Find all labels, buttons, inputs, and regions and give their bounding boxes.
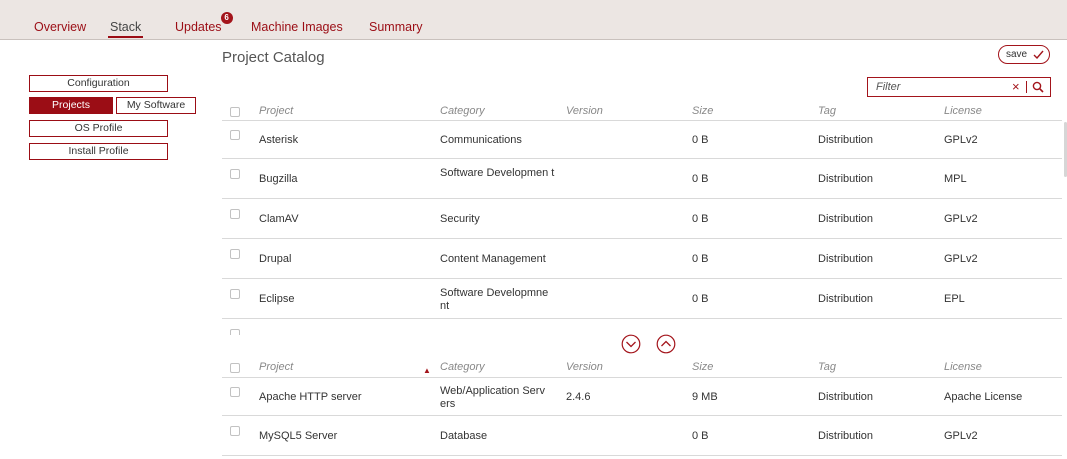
chevron-up-circle-icon[interactable] [656, 334, 676, 354]
tab-updates-label: Updates [175, 20, 222, 34]
checkmark-icon [1033, 50, 1044, 59]
cell-category: Security [440, 213, 480, 225]
my-software-button[interactable]: My Software [116, 97, 196, 114]
cell-project: Asterisk [259, 134, 299, 146]
cell-license: EPL [944, 293, 965, 305]
cell-tag: Distribution [818, 173, 874, 185]
filter-divider [1026, 81, 1027, 93]
cell-size: 0 B [692, 253, 709, 265]
configuration-button[interactable]: Configuration [29, 75, 168, 92]
cell-project: Drupal [259, 253, 292, 265]
row-checkbox[interactable] [230, 329, 240, 335]
column-header-category[interactable]: Category [440, 105, 485, 117]
cell-license: GPLv2 [944, 134, 978, 146]
cell-category: Communications [440, 134, 522, 146]
install-profile-button[interactable]: Install Profile [29, 143, 168, 160]
cell-license: GPLv2 [944, 213, 978, 225]
filter-box: × [867, 77, 1051, 97]
tab-machine-images[interactable]: Machine Images [251, 20, 343, 34]
cell-project: Apache HTTP server [259, 391, 362, 403]
save-button[interactable]: save [998, 45, 1050, 64]
column-header-project[interactable]: Project [259, 105, 293, 117]
chevron-down-circle-icon[interactable] [621, 334, 641, 354]
tab-stack[interactable]: Stack [107, 20, 144, 38]
cell-size: 9 MB [692, 391, 718, 403]
os-profile-button[interactable]: OS Profile [29, 120, 168, 137]
filter-input[interactable] [868, 78, 1008, 96]
row-checkbox[interactable] [230, 289, 240, 299]
top-nav: Overview Stack Updates 6 Machine Images … [0, 0, 1067, 40]
column-header-category[interactable]: Category [440, 361, 485, 373]
sort-ascending-icon[interactable]: ▲ [423, 366, 431, 375]
updates-count-badge: 6 [220, 12, 233, 24]
cell-tag: Distribution [818, 293, 874, 305]
cell-size: 0 B [692, 293, 709, 305]
select-all-checkbox[interactable] [230, 107, 240, 117]
table-row[interactable] [222, 320, 1062, 335]
column-header-version[interactable]: Version [566, 361, 603, 373]
column-header-size[interactable]: Size [692, 361, 713, 373]
column-header-project[interactable]: Project [259, 361, 293, 373]
column-header-license[interactable]: License [944, 361, 982, 373]
cell-license: MPL [944, 173, 967, 185]
cell-license: GPLv2 [944, 430, 978, 442]
cell-license: GPLv2 [944, 253, 978, 265]
page-title: Project Catalog [222, 49, 325, 66]
cell-project: Bugzilla [259, 173, 298, 185]
select-all-checkbox[interactable] [230, 363, 240, 373]
cell-project: MySQL5 Server [259, 430, 338, 442]
cell-size: 0 B [692, 134, 709, 146]
cell-category: Software Developmen t [440, 167, 555, 179]
column-header-license[interactable]: License [944, 105, 982, 117]
table-row[interactable]: ClamAV Security 0 B Distribution GPLv2 [222, 200, 1062, 239]
cell-version: 2.4.6 [566, 391, 591, 403]
column-header-version[interactable]: Version [566, 105, 603, 117]
table-row[interactable]: Drupal Content Management 0 B Distributi… [222, 240, 1062, 279]
row-checkbox[interactable] [230, 387, 240, 397]
row-checkbox[interactable] [230, 169, 240, 179]
row-checkbox[interactable] [230, 249, 240, 259]
table-row[interactable]: Apache HTTP server Web/Application Serv … [222, 377, 1062, 416]
table-row[interactable]: Bugzilla Software Developmen t 0 B Distr… [222, 160, 1062, 199]
column-header-size[interactable]: Size [692, 105, 713, 117]
cell-size: 0 B [692, 213, 709, 225]
tab-updates[interactable]: Updates 6 [175, 12, 233, 34]
table-row[interactable]: MySQL5 Server Database 0 B Distribution … [222, 417, 1062, 456]
tab-overview[interactable]: Overview [34, 20, 86, 34]
cell-category: Software Developmne nt [440, 287, 549, 312]
cell-tag: Distribution [818, 253, 874, 265]
row-checkbox[interactable] [230, 209, 240, 219]
row-checkbox[interactable] [230, 426, 240, 436]
projects-button[interactable]: Projects [29, 97, 113, 114]
cell-tag: Distribution [818, 430, 874, 442]
cell-tag: Distribution [818, 213, 874, 225]
column-header-tag[interactable]: Tag [818, 361, 836, 373]
cell-project: Eclipse [259, 293, 295, 305]
tab-summary[interactable]: Summary [369, 20, 422, 34]
row-checkbox[interactable] [230, 130, 240, 140]
cell-tag: Distribution [818, 134, 874, 146]
cell-size: 0 B [692, 430, 709, 442]
search-icon[interactable] [1032, 81, 1044, 93]
cell-size: 0 B [692, 173, 709, 185]
cell-category: Content Management [440, 253, 546, 265]
close-icon[interactable]: × [1012, 79, 1020, 94]
cell-category: Web/Application Serv ers [440, 385, 545, 410]
catalog-table-header: Project Category Version Size Tag Licens… [222, 101, 1062, 121]
selected-table-header: Project Category Version Size Tag Licens… [222, 357, 1062, 377]
cell-project: ClamAV [259, 213, 299, 225]
table-row[interactable]: Eclipse Software Developmne nt 0 B Distr… [222, 280, 1062, 319]
cell-tag: Distribution [818, 391, 874, 403]
catalog-table-body[interactable]: Asterisk Communications 0 B Distribution… [222, 120, 1067, 335]
save-label: save [1006, 49, 1028, 60]
cell-category: Database [440, 430, 488, 442]
table-row[interactable]: Asterisk Communications 0 B Distribution… [222, 120, 1062, 159]
column-header-tag[interactable]: Tag [818, 105, 836, 117]
cell-license: Apache License [944, 391, 1023, 403]
